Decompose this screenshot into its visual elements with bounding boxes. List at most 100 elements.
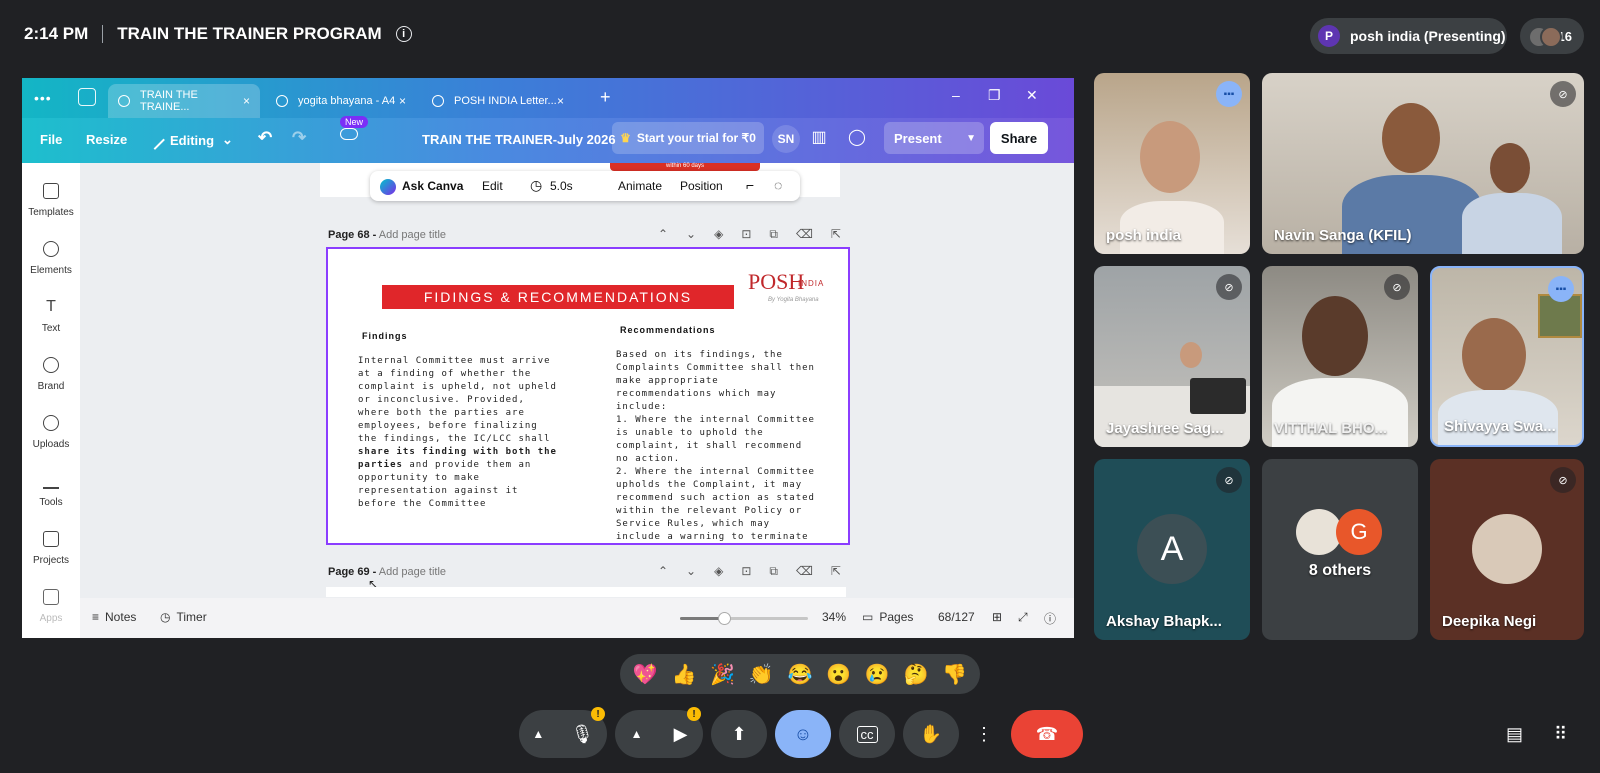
chevron-up-icon[interactable]: ▲ bbox=[631, 727, 643, 741]
tab-close-icon[interactable]: × bbox=[243, 94, 250, 108]
ask-canva-button[interactable]: Ask Canva bbox=[402, 179, 463, 193]
notes-button[interactable]: ≡ Notes bbox=[92, 610, 136, 624]
elements-icon bbox=[43, 241, 59, 257]
minimize-icon[interactable]: – bbox=[952, 87, 960, 103]
chat-icon[interactable]: ▤ bbox=[1506, 724, 1523, 745]
presenter-avatar: P bbox=[1318, 25, 1340, 47]
participants-button[interactable]: 16 bbox=[1520, 18, 1584, 54]
analytics-icon[interactable]: ▥ bbox=[808, 127, 830, 149]
more-dots-icon[interactable]: ••• bbox=[34, 90, 52, 106]
browser-tab[interactable]: POSH INDIA Letter... × bbox=[422, 84, 574, 118]
participant-tile-vitthal[interactable]: ⊘ VITTHAL BHO... bbox=[1262, 266, 1418, 447]
reaction-thumbs-down[interactable]: 👎 bbox=[942, 662, 967, 687]
position-button[interactable]: Position bbox=[680, 179, 723, 193]
participant-tile-akshay[interactable]: A ⊘ Akshay Bhapk... bbox=[1094, 459, 1250, 640]
reaction-sad[interactable]: 😢 bbox=[865, 662, 890, 687]
reaction-surprised[interactable]: 😮 bbox=[826, 662, 851, 687]
more-vert-icon: ⋮ bbox=[975, 723, 993, 744]
timer-button[interactable]: ◷ Timer bbox=[160, 610, 207, 624]
participant-name: Deepika Negi bbox=[1442, 613, 1537, 630]
fullscreen-icon[interactable]: ⤢ bbox=[1018, 610, 1028, 625]
chevron-down-icon[interactable]: ▼ bbox=[966, 133, 976, 144]
participant-tile-others[interactable]: G 8 others bbox=[1262, 459, 1418, 640]
participant-name: Akshay Bhapk... bbox=[1106, 613, 1222, 630]
participant-tile-jayashree[interactable]: ⊘ Jayashree Sag... bbox=[1094, 266, 1250, 447]
chevron-up-icon[interactable]: ▲ bbox=[532, 727, 544, 741]
zoom-slider-fill bbox=[680, 617, 724, 620]
sidebar-item-templates[interactable]: Templates bbox=[22, 183, 80, 218]
reaction-laugh[interactable]: 😂 bbox=[788, 662, 813, 687]
leave-call-button[interactable]: ☎ bbox=[1011, 710, 1083, 758]
reaction-clap[interactable]: 👏 bbox=[749, 662, 774, 687]
captions-button[interactable]: cc bbox=[839, 710, 895, 758]
tab-close-icon[interactable]: × bbox=[557, 94, 564, 108]
sidebar-item-projects[interactable]: Projects bbox=[22, 531, 80, 566]
close-window-icon[interactable]: ✕ bbox=[1026, 87, 1038, 104]
redo-icon[interactable]: ↷ bbox=[292, 128, 306, 148]
editing-mode-button[interactable]: Editing ⌄ bbox=[145, 130, 233, 150]
camera-control[interactable]: ▲ ▶ ! bbox=[615, 707, 703, 758]
sidebar-item-tools[interactable]: Tools bbox=[22, 473, 80, 508]
zoom-level[interactable]: 34% bbox=[822, 610, 846, 624]
sidebar-item-text[interactable]: T Text bbox=[22, 299, 80, 335]
cloud-save-icon[interactable] bbox=[340, 128, 358, 140]
present-button[interactable]: Present ▼ bbox=[884, 122, 984, 154]
animate-button[interactable]: Animate bbox=[618, 179, 662, 193]
duration-button[interactable]: 5.0s bbox=[550, 179, 573, 193]
participant-tile-navin-sanga[interactable]: ⊘ Navin Sanga (KFIL) bbox=[1262, 73, 1584, 254]
sidebar-item-uploads[interactable]: Uploads bbox=[22, 415, 80, 450]
slide-page-68[interactable]: FIDINGS & RECOMMENDATIONS POSH INDIA By … bbox=[326, 247, 850, 545]
page-68-tools[interactable]: ⌃⌄◈⊡⧉⌫⇱ bbox=[658, 227, 859, 242]
activities-grid-icon[interactable]: ⠿ bbox=[1554, 724, 1567, 745]
canvas-workspace: within 60 days Ask Canva Edit ◷ 5.0s Ani… bbox=[80, 163, 1074, 608]
share-button[interactable]: Share bbox=[990, 122, 1048, 154]
comment-icon[interactable]: ◯ bbox=[846, 127, 868, 149]
zoom-slider-handle[interactable] bbox=[717, 612, 731, 625]
participant-tile-deepika[interactable]: ⊘ Deepika Negi bbox=[1430, 459, 1584, 640]
grid-view-icon[interactable]: ⊞ bbox=[992, 610, 1002, 624]
paint-format-icon[interactable]: ⌐ bbox=[746, 177, 754, 193]
home-icon[interactable] bbox=[78, 88, 96, 106]
sidebar-item-brand[interactable]: Brand bbox=[22, 357, 80, 392]
raise-hand-button[interactable]: ✋ bbox=[903, 710, 959, 758]
help-icon[interactable]: ⓘ bbox=[1044, 610, 1056, 627]
sidebar-item-apps[interactable]: Apps bbox=[22, 589, 80, 624]
reaction-thinking[interactable]: 🤔 bbox=[903, 662, 928, 687]
emoji-button[interactable]: ☺ bbox=[775, 710, 831, 758]
info-icon[interactable]: i bbox=[395, 26, 412, 42]
more-options-button[interactable]: ⋮ bbox=[967, 710, 1001, 758]
zoom-slider[interactable] bbox=[680, 612, 808, 625]
start-trial-button[interactable]: ♛ Start your trial for ₹0 bbox=[612, 122, 764, 154]
page-69-label[interactable]: Page 69 - Add page title bbox=[328, 566, 446, 578]
file-menu[interactable]: File bbox=[40, 132, 62, 147]
sidebar-label: Apps bbox=[39, 613, 63, 624]
sidebar-item-elements[interactable]: Elements bbox=[22, 241, 80, 276]
restore-icon[interactable]: ❐ bbox=[988, 87, 1001, 104]
mic-icon[interactable]: 🎙 bbox=[571, 724, 594, 745]
reaction-party[interactable]: 🎉 bbox=[710, 662, 735, 687]
document-title[interactable]: TRAIN THE TRAINER-July 2026 bbox=[422, 132, 616, 147]
presenting-indicator[interactable]: P posh india (Presenting) bbox=[1310, 18, 1507, 54]
speaking-indicator-icon: ▪▪▪ bbox=[1216, 81, 1242, 107]
resize-button[interactable]: Resize bbox=[86, 132, 127, 147]
page-69-tools[interactable]: ⌃⌄◈⊡⧉⌫⇱ bbox=[658, 564, 859, 579]
page-68-label[interactable]: Page 68 - Add page title bbox=[328, 229, 446, 241]
comment-add-icon[interactable]: ◌ bbox=[774, 177, 782, 193]
new-tab-icon[interactable]: + bbox=[600, 87, 611, 108]
edit-button[interactable]: Edit bbox=[482, 179, 503, 193]
browser-tab-active[interactable]: TRAIN THE TRAINE... × bbox=[108, 84, 260, 118]
editing-label: Editing bbox=[170, 132, 215, 148]
user-avatar[interactable]: SN bbox=[772, 125, 800, 153]
mic-control[interactable]: ▲ 🎙 ! bbox=[519, 707, 607, 758]
next-page-strip bbox=[326, 587, 846, 597]
reaction-thumbs-up[interactable]: 👍 bbox=[672, 662, 697, 687]
undo-icon[interactable]: ↶ bbox=[258, 128, 272, 148]
tab-close-icon[interactable]: × bbox=[399, 94, 406, 108]
camera-icon[interactable]: ▶ bbox=[674, 724, 688, 745]
participant-tile-shivayya[interactable]: ▪▪▪ Shivayya Swa... bbox=[1430, 266, 1584, 447]
participant-tile-posh-india[interactable]: ▪▪▪ posh india bbox=[1094, 73, 1250, 254]
browser-tab[interactable]: yogita bhayana - A4 × bbox=[266, 84, 416, 118]
reaction-heart[interactable]: 💖 bbox=[633, 662, 658, 687]
pages-button[interactable]: ▭ Pages bbox=[862, 610, 913, 624]
present-screen-button[interactable]: ⬆ bbox=[711, 710, 767, 758]
